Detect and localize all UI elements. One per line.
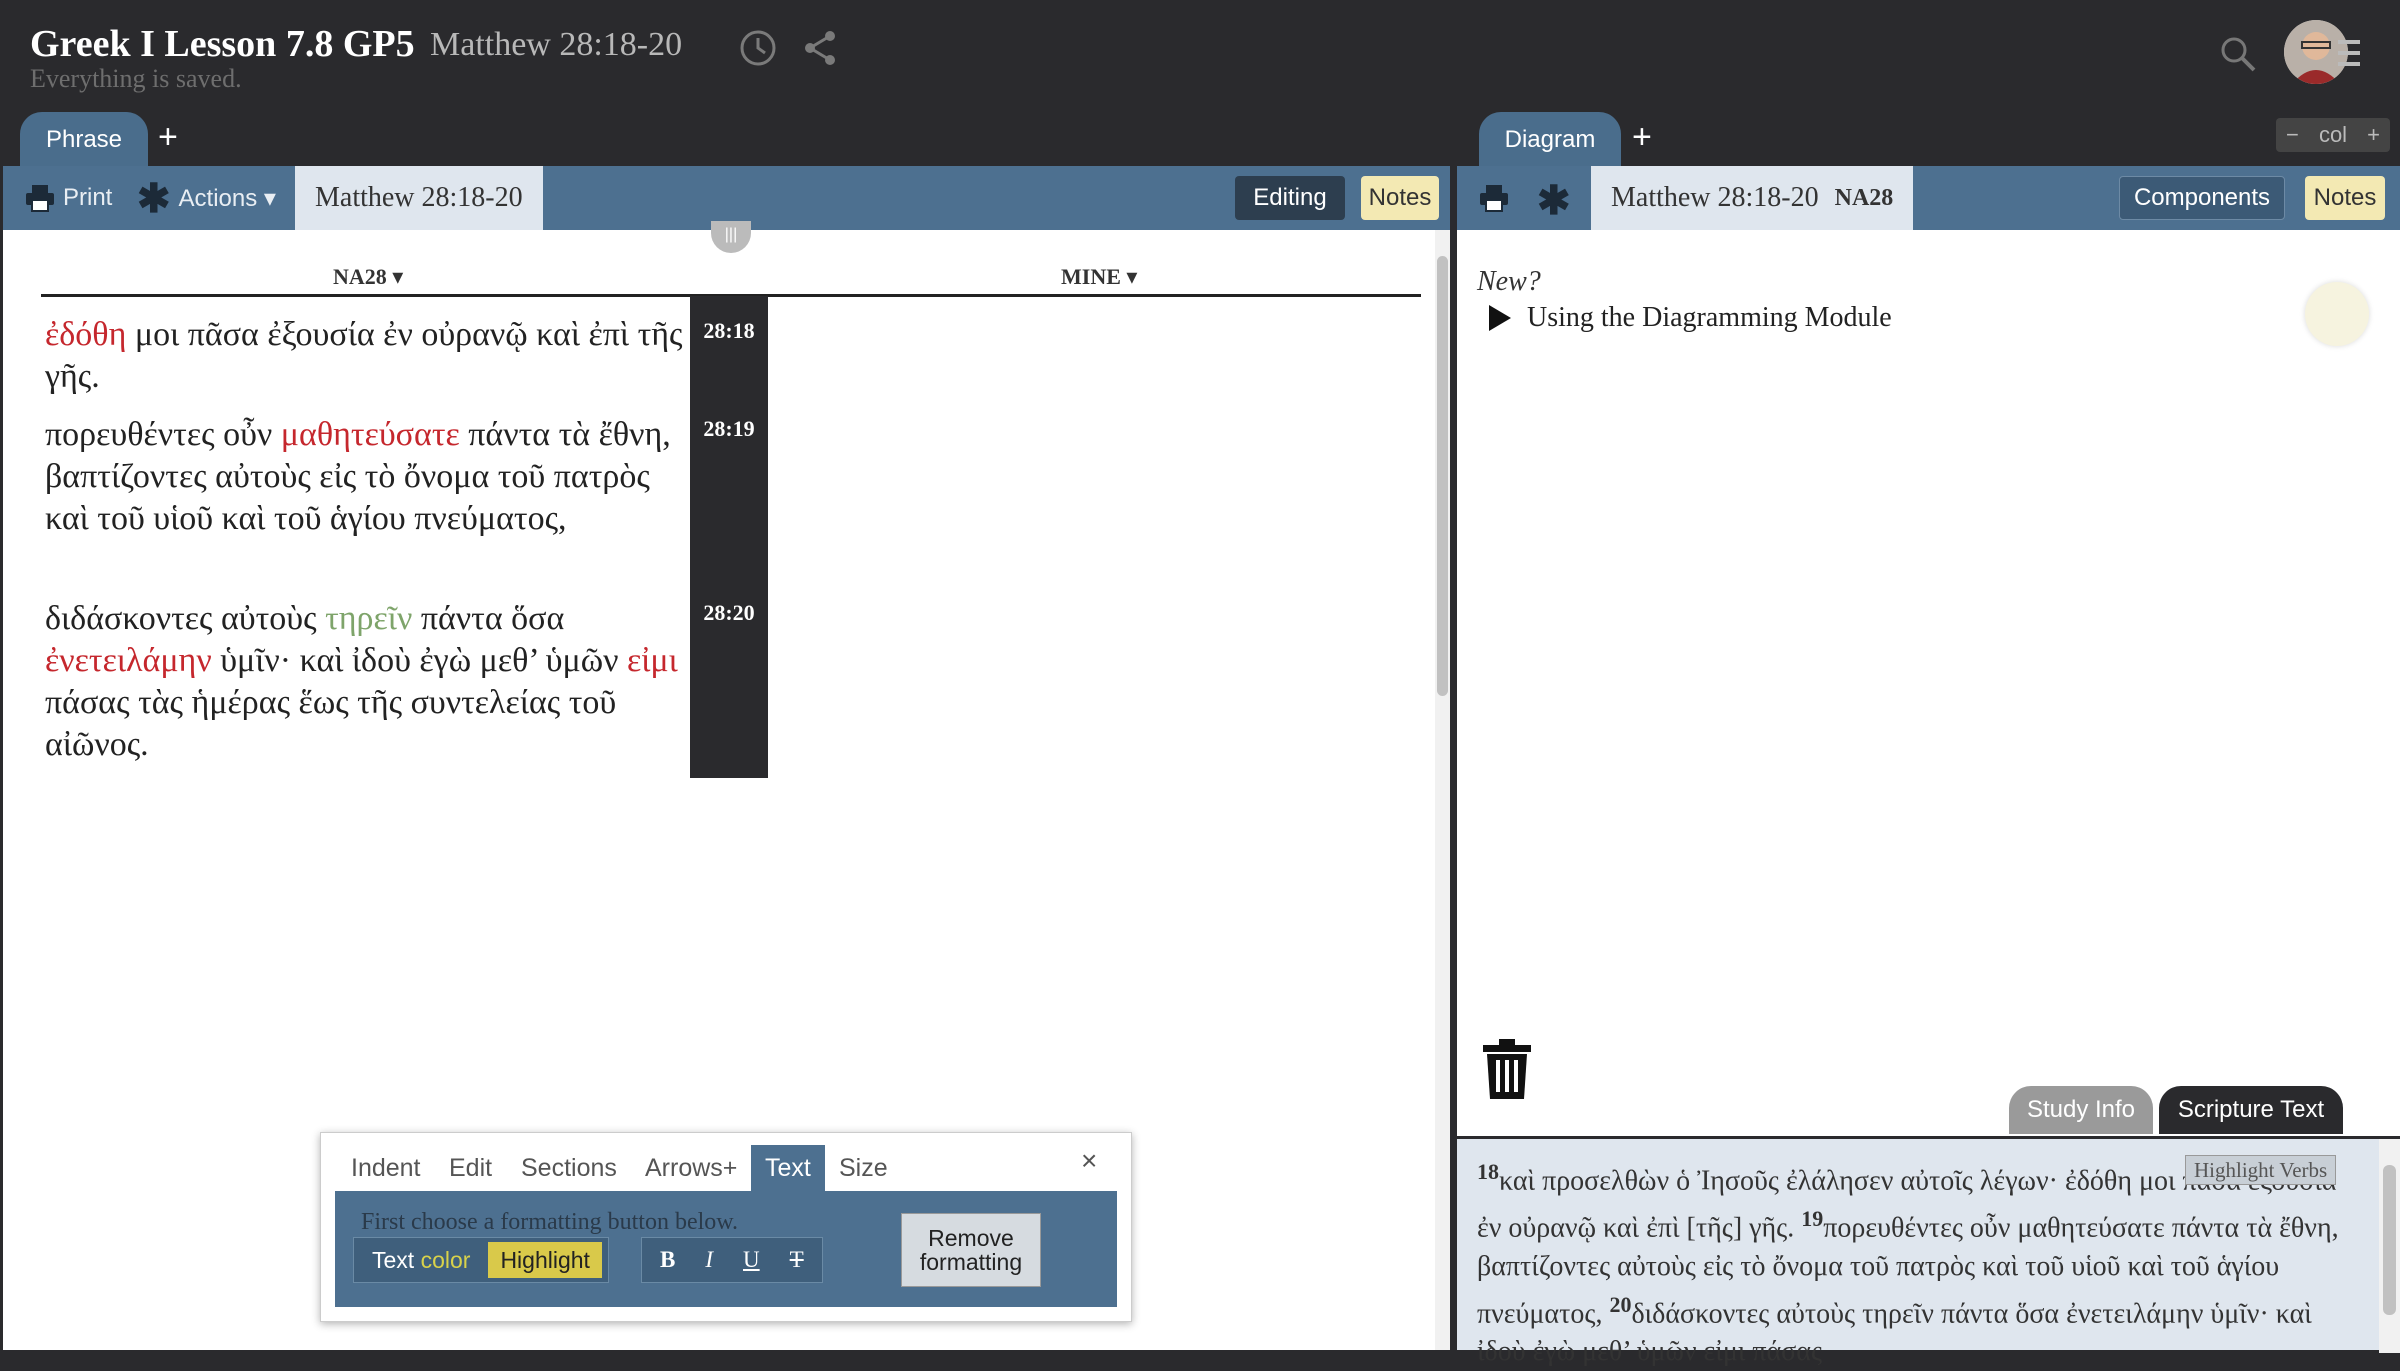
text-color-button[interactable]: Text color — [360, 1242, 482, 1278]
printer-icon[interactable] — [1479, 184, 1509, 212]
passage-reference[interactable]: Matthew 28:18-20 — [295, 166, 543, 230]
scrollbar-thumb[interactable] — [1437, 256, 1448, 696]
column-control: − col + — [2276, 118, 2390, 152]
tab-diagram[interactable]: Diagram — [1479, 112, 1621, 168]
formatting-hint: First choose a formatting button below. — [361, 1209, 739, 1235]
tab-study-info[interactable]: Study Info — [2009, 1086, 2153, 1134]
page-title: Greek I Lesson 7.8 GP5 — [30, 23, 415, 65]
verse-number: 28:19 — [703, 416, 755, 441]
app-header: Greek I Lesson 7.8 GP5 Matthew 28:18-20 … — [0, 0, 2400, 168]
verse-text-19[interactable]: πορευθέντες οὖν μαθητεύσατε πάντα τὰ ἔθν… — [45, 414, 685, 540]
color-group: Text color Highlight — [353, 1237, 609, 1283]
column-mine[interactable]: MINE ▾ — [1061, 264, 1137, 290]
printer-icon — [26, 185, 54, 212]
asterisk-icon: ✱ — [137, 176, 171, 221]
fmt-tab-text[interactable]: Text — [751, 1145, 825, 1191]
components-button[interactable]: Components — [2119, 176, 2285, 220]
highlight-verbs-button[interactable]: Highlight Verbs — [2185, 1155, 2337, 1185]
tab-phrase[interactable]: Phrase — [20, 112, 148, 168]
fmt-tab-sections[interactable]: Sections — [521, 1145, 617, 1191]
verse-number: 28:20 — [703, 600, 755, 625]
share-icon[interactable] — [800, 28, 840, 68]
add-right-tab-button[interactable]: + — [1632, 118, 1652, 157]
style-group: B I U T — [641, 1237, 823, 1283]
col-plus-button[interactable]: + — [2367, 122, 2380, 148]
notes-button[interactable]: Notes — [2305, 176, 2385, 220]
notes-button[interactable]: Notes — [1361, 176, 1439, 220]
fmt-tab-edit[interactable]: Edit — [449, 1145, 492, 1191]
new-label: New? — [1477, 266, 1541, 297]
actions-menu[interactable]: ✱ Actions ▾ — [137, 176, 276, 221]
diagram-pane: ✱ Matthew 28:18-20 NA28 Components Notes… — [1457, 166, 2400, 1367]
verse-number: 28:18 — [703, 318, 755, 343]
bold-button[interactable]: B — [648, 1242, 687, 1278]
passage-subtitle: Matthew 28:18-20 — [430, 26, 683, 63]
actions-label: Actions ▾ — [178, 185, 276, 212]
print-button[interactable]: Print — [25, 184, 112, 212]
asterisk-icon[interactable]: ✱ — [1537, 178, 1571, 224]
fmt-tab-arrows[interactable]: Arrows+ — [645, 1145, 737, 1191]
diagram-help-link[interactable]: Using the Diagramming Module — [1487, 302, 1892, 334]
verse-number-column: 28:18 28:19 28:20 — [690, 296, 768, 778]
circle-button[interactable] — [2305, 282, 2369, 346]
tab-scripture-text[interactable]: Scripture Text — [2159, 1086, 2343, 1134]
fmt-tab-indent[interactable]: Indent — [351, 1145, 421, 1191]
history-icon[interactable] — [738, 28, 778, 68]
col-minus-button[interactable]: − — [2286, 122, 2299, 148]
verse-text-20[interactable]: διδάσκοντες αὐτοὺς τηρεῖν πάντα ὅσα ἐνετ… — [45, 598, 685, 766]
scripture-text-box: 18καὶ προσελθὼν ὁ Ἰησοῦς ἐλάλησεν αὐτοῖς… — [1457, 1136, 2400, 1367]
col-label: col — [2318, 122, 2348, 147]
column-na28[interactable]: NA28 ▾ — [333, 264, 403, 290]
scripture-passage: 18καὶ προσελθὼν ὁ Ἰησοῦς ἐλάλησεν αὐτοῖς… — [1477, 1159, 2339, 1367]
menu-icon[interactable] — [2338, 38, 2360, 68]
scrollbar-thumb[interactable] — [2383, 1165, 2396, 1315]
remove-formatting-button[interactable]: Remove formatting — [901, 1213, 1041, 1287]
diagram-toolbar: ✱ Matthew 28:18-20 NA28 Components Notes — [1457, 166, 2400, 230]
trash-icon[interactable] — [1481, 1038, 1533, 1100]
underline-button[interactable]: U — [731, 1242, 772, 1278]
close-icon[interactable]: × — [1081, 1145, 1097, 1177]
formatting-panel: Indent Edit Sections Arrows+ Text Size ×… — [320, 1132, 1132, 1322]
play-icon — [1489, 305, 1511, 331]
search-icon[interactable] — [2218, 34, 2258, 74]
fmt-tab-size[interactable]: Size — [839, 1145, 888, 1191]
save-status: Everything is saved. — [30, 64, 242, 93]
drag-handle[interactable]: ||| — [711, 221, 751, 253]
strikethrough-button[interactable]: T — [778, 1242, 816, 1278]
formatting-body: First choose a formatting button below. … — [335, 1191, 1117, 1307]
scrollbar[interactable] — [2379, 1139, 2400, 1353]
diagram-reference[interactable]: Matthew 28:18-20 NA28 — [1591, 166, 1914, 230]
print-label: Print — [63, 184, 113, 211]
add-left-tab-button[interactable]: + — [158, 118, 178, 157]
scrollbar[interactable] — [1435, 230, 1450, 1350]
italic-button[interactable]: I — [693, 1242, 725, 1278]
editing-button[interactable]: Editing — [1235, 176, 1345, 220]
highlight-button[interactable]: Highlight — [488, 1242, 602, 1278]
verse-text-18[interactable]: ἐδόθη μοι πᾶσα ἐξουσία ἐν οὐρανῷ καὶ ἐπὶ… — [45, 314, 685, 398]
